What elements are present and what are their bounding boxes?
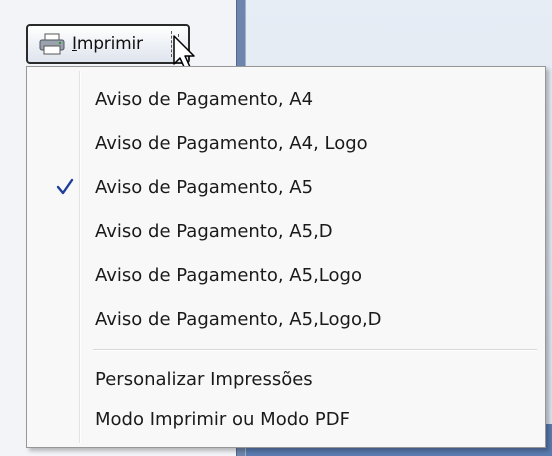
menu-item-label: Aviso de Pagamento, A5,Logo,D — [95, 308, 382, 330]
menu-item-a5[interactable]: Aviso de Pagamento, A5 — [27, 167, 545, 207]
print-label-text: mprimir — [76, 34, 143, 54]
menu-item-a5-logo-d[interactable]: Aviso de Pagamento, A5,Logo,D — [27, 299, 545, 339]
menu-item-label: Aviso de Pagamento, A4 — [95, 88, 314, 110]
menu-item-label: Aviso de Pagamento, A5,D — [95, 220, 333, 242]
menu-item-print-or-pdf-mode[interactable]: Modo Imprimir ou Modo PDF — [27, 399, 545, 439]
menu-item-a4-logo[interactable]: Aviso de Pagamento, A4, Logo — [27, 123, 545, 163]
menu-item-label: Aviso de Pagamento, A5,Logo — [95, 264, 362, 286]
menu-item-a5-d[interactable]: Aviso de Pagamento, A5,D — [27, 211, 545, 251]
menu-separator — [93, 349, 537, 351]
print-button-label: Imprimir — [72, 34, 143, 54]
print-split-button[interactable]: Imprimir — [26, 24, 190, 64]
menu-item-a4[interactable]: Aviso de Pagamento, A4 — [27, 79, 545, 119]
checkmark-icon — [56, 178, 74, 195]
print-dropdown-menu: Aviso de Pagamento, A4 Aviso de Pagament… — [26, 66, 546, 448]
menu-item-label: Aviso de Pagamento, A5 — [95, 176, 314, 198]
menu-item-label: Personalizar Impressões — [95, 368, 313, 390]
printer-icon — [39, 33, 65, 55]
menu-item-label: Modo Imprimir ou Modo PDF — [95, 408, 350, 430]
menu-item-customize-prints[interactable]: Personalizar Impressões — [27, 359, 545, 399]
menu-item-label: Aviso de Pagamento, A4, Logo — [95, 132, 368, 154]
menu-item-a5-logo[interactable]: Aviso de Pagamento, A5,Logo — [27, 255, 545, 295]
